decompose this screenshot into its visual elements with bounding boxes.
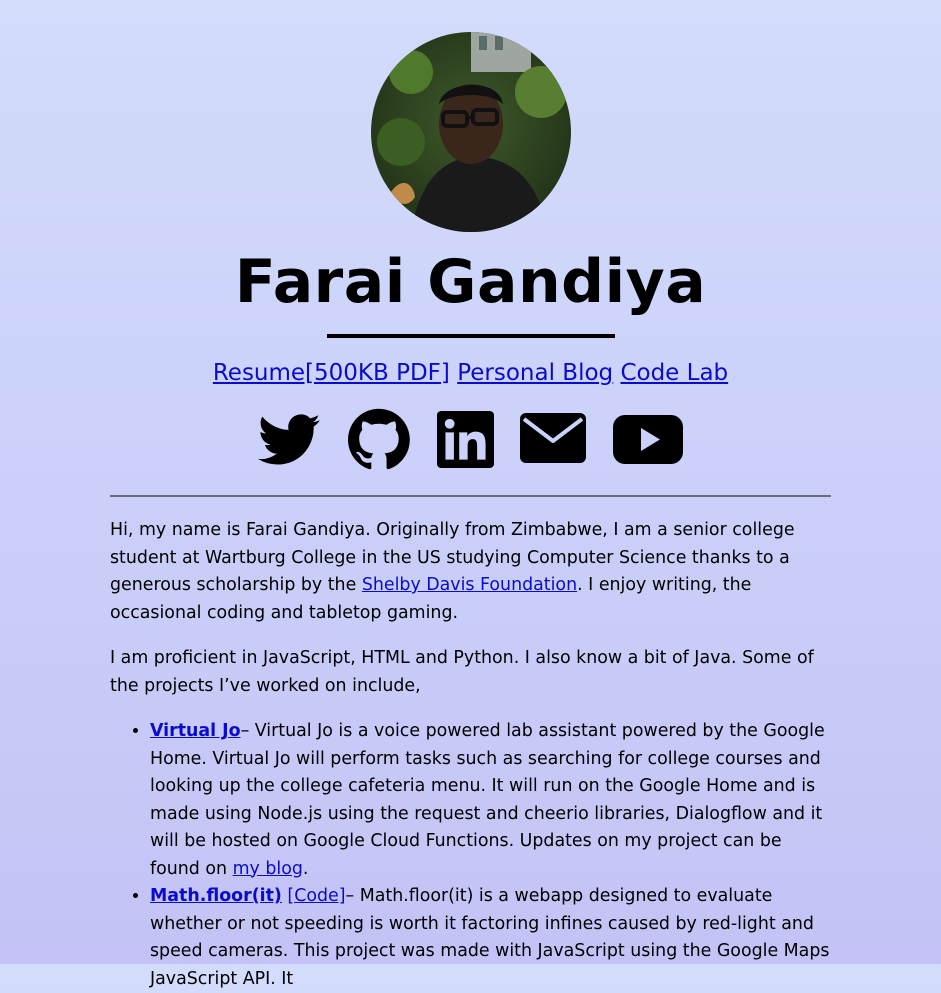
list-item: Math.floor(it) [Code]– Math.floor(it) is… bbox=[150, 883, 832, 993]
resume-link[interactable]: Resume[500KB PDF] bbox=[213, 360, 450, 386]
intro-paragraph: Hi, my name is Farai Gandiya. Originally… bbox=[110, 517, 832, 627]
my-blog-link[interactable]: my blog bbox=[233, 859, 303, 879]
nav-links: Resume[500KB PDF] Personal Blog Code Lab bbox=[0, 357, 941, 389]
list-item: Virtual Jo– Virtual Jo is a voice powere… bbox=[150, 718, 832, 883]
youtube-icon[interactable] bbox=[613, 415, 683, 468]
title-underline bbox=[327, 334, 615, 338]
twitter-icon[interactable] bbox=[258, 414, 320, 470]
blog-link[interactable]: Personal Blog bbox=[457, 360, 613, 386]
divider bbox=[110, 495, 831, 497]
code-link[interactable]: [Code] bbox=[287, 886, 345, 906]
project-description: – Virtual Jo is a voice powered lab assi… bbox=[150, 721, 825, 879]
github-icon[interactable] bbox=[348, 408, 410, 474]
main-content: Hi, my name is Farai Gandiya. Originally… bbox=[110, 517, 832, 993]
project-end: . bbox=[302, 858, 309, 879]
projects-list: Virtual Jo– Virtual Jo is a voice powere… bbox=[110, 718, 832, 993]
skills-paragraph: I am proficient in JavaScript, HTML and … bbox=[110, 648, 814, 696]
email-icon[interactable] bbox=[520, 413, 586, 467]
social-links bbox=[0, 407, 941, 471]
shelby-davis-link[interactable]: Shelby Davis Foundation bbox=[362, 575, 577, 595]
page-title: Farai Gandiya bbox=[234, 247, 707, 317]
math-floor-link[interactable]: Math.floor(it) bbox=[150, 886, 282, 906]
virtual-jo-link[interactable]: Virtual Jo bbox=[150, 721, 241, 741]
linkedin-icon[interactable] bbox=[437, 411, 494, 472]
profile-photo bbox=[371, 32, 571, 232]
codelab-link[interactable]: Code Lab bbox=[620, 360, 728, 386]
page: Farai Gandiya Resume[500KB PDF] Personal… bbox=[0, 0, 941, 989]
